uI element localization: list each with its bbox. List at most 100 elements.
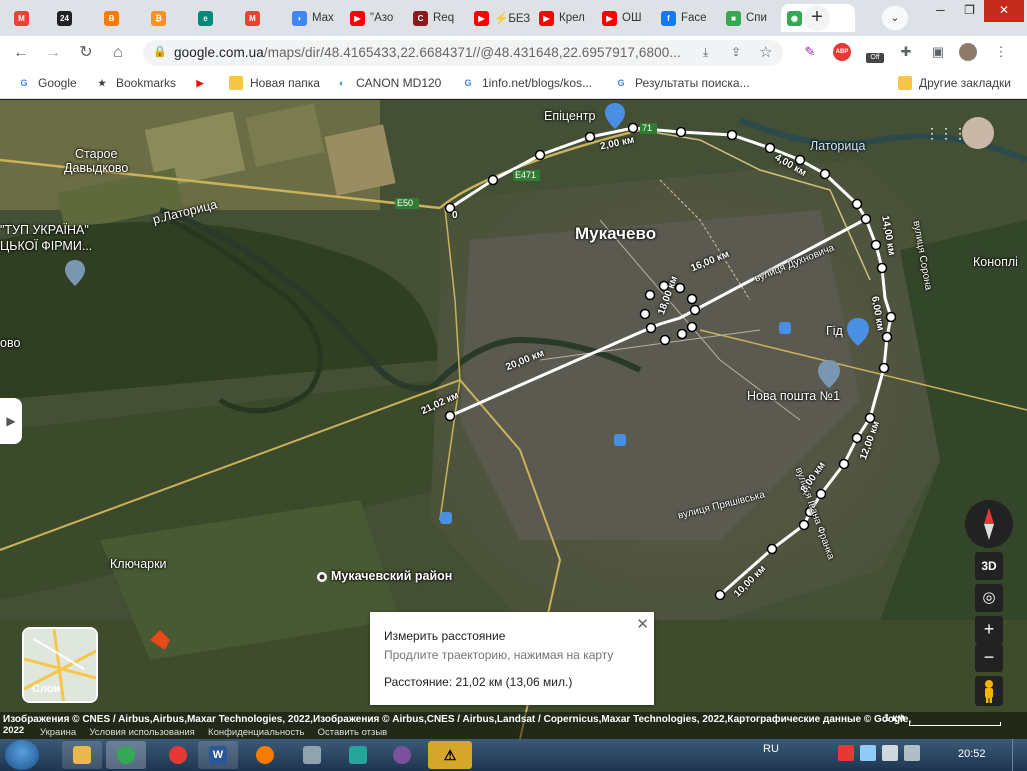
tab-title: "Азо bbox=[370, 12, 394, 24]
reload-button[interactable]: ↻ bbox=[75, 42, 97, 64]
pegman-button[interactable] bbox=[975, 676, 1003, 706]
scale-label: 1 км bbox=[884, 713, 905, 724]
lock-icon: 🔒 bbox=[153, 46, 167, 58]
layers-button[interactable]: Слои bbox=[22, 627, 98, 703]
compass-needle-icon bbox=[984, 508, 994, 540]
menu-icon[interactable]: ⋮ bbox=[992, 43, 1010, 61]
forward-button[interactable]: → bbox=[42, 42, 64, 64]
show-desktop-button[interactable] bbox=[1012, 739, 1027, 771]
link-terms[interactable]: Условия использования bbox=[89, 727, 194, 738]
side-panel-toggle[interactable]: ▶ bbox=[0, 398, 22, 444]
road-e471: E471 bbox=[515, 170, 537, 180]
restore-button[interactable]: ❐ bbox=[955, 0, 984, 22]
bookmark-icon: G bbox=[617, 78, 625, 88]
close-measure-button[interactable]: ✕ bbox=[636, 615, 649, 633]
tab-12[interactable]: f Face bbox=[655, 4, 717, 32]
label-latoritsa: Латорица bbox=[810, 139, 866, 153]
tab-search-button[interactable]: ⌄ bbox=[882, 6, 908, 30]
taskbar-chrome[interactable] bbox=[106, 741, 146, 769]
link-privacy[interactable]: Конфиденциальность bbox=[208, 727, 304, 738]
account-avatar[interactable] bbox=[962, 117, 994, 149]
attribution-text: Изображения © CNES / Airbus,Airbus,Maxar… bbox=[3, 714, 912, 725]
tab-0[interactable]: M bbox=[8, 4, 48, 32]
taskbar-network[interactable] bbox=[338, 741, 378, 769]
bookmark-0[interactable]: G Google bbox=[17, 76, 76, 90]
taskbar-opera[interactable] bbox=[158, 741, 198, 769]
tab-10[interactable]: ▶ Крел bbox=[533, 4, 593, 32]
bookmark-5[interactable]: G 1info.net/blogs/kos... bbox=[461, 76, 592, 90]
address-bar[interactable]: 🔒 google.com.ua/maps/dir/48.4165433,22.6… bbox=[143, 40, 783, 66]
share-icon[interactable]: ⇪ bbox=[731, 45, 741, 59]
view-3d-button[interactable]: 3D bbox=[975, 552, 1003, 580]
tab-4[interactable]: e bbox=[192, 4, 236, 32]
tab-title: Крел bbox=[559, 12, 585, 24]
system-tray bbox=[838, 745, 920, 761]
label-tup-ukraina: "ТУП УКРАЇНА" bbox=[0, 223, 89, 237]
zoom-out-button[interactable]: − bbox=[975, 644, 1003, 672]
puzzle-icon[interactable]: ✚ bbox=[897, 43, 915, 61]
language-indicator[interactable]: RU bbox=[763, 743, 779, 755]
taskbar-app-orange[interactable] bbox=[245, 741, 285, 769]
bookmark-6[interactable]: G Результаты поиска... bbox=[614, 76, 750, 90]
home-button[interactable]: ⌂ bbox=[107, 42, 129, 64]
measure-hint: Продлите траекторию, нажимая на карту bbox=[384, 648, 614, 662]
clock[interactable]: 20:52 bbox=[958, 748, 986, 760]
tab-11[interactable]: ▶ ОШ bbox=[596, 4, 652, 32]
taskbar-explorer[interactable] bbox=[62, 741, 102, 769]
my-location-button[interactable]: ◎ bbox=[975, 584, 1003, 612]
tab-8[interactable]: C Req bbox=[407, 4, 465, 32]
volume-icon[interactable] bbox=[882, 745, 898, 761]
install-icon[interactable]: ⤓ bbox=[703, 45, 708, 60]
bookmark-4[interactable]: ◐ CANON MD120 bbox=[335, 76, 441, 90]
bookmarks-bar: G Google ★ Bookmarks ▶ Новая папка ◐ CANON MD12… bbox=[0, 69, 1027, 99]
taskbar-warning[interactable]: ⚠ bbox=[428, 741, 472, 769]
tab-5[interactable]: M bbox=[239, 4, 283, 32]
bookmark-label: 1info.net/blogs/kos... bbox=[482, 76, 593, 90]
link-country[interactable]: Украина bbox=[40, 727, 76, 738]
url-path: /maps/dir/48.4165433,22.6684371//@48.431… bbox=[263, 45, 681, 60]
tab-3[interactable]: ₿ bbox=[145, 4, 189, 32]
tray-network-icon[interactable] bbox=[860, 745, 876, 761]
tab-favicon-icon: B bbox=[104, 10, 119, 26]
tab-title: ОШ bbox=[622, 12, 642, 24]
bookmark-label: Результаты поиска... bbox=[635, 76, 750, 90]
new-tab-button[interactable]: + bbox=[804, 5, 830, 31]
google-apps-icon[interactable]: ⋮⋮⋮ bbox=[925, 122, 967, 144]
bookmark-1[interactable]: ★ Bookmarks bbox=[95, 76, 176, 90]
tab-1[interactable]: 24 bbox=[51, 4, 95, 32]
tray-display-icon[interactable] bbox=[904, 745, 920, 761]
taskbar-viber[interactable] bbox=[382, 741, 422, 769]
tab-6[interactable]: ◗ Max bbox=[286, 4, 341, 32]
scale-bar[interactable]: 1 км bbox=[884, 713, 1004, 726]
label-gid: Гід bbox=[826, 324, 843, 338]
tab-7[interactable]: ▶ "Азо bbox=[344, 4, 404, 32]
taskbar-word[interactable]: W bbox=[198, 741, 238, 769]
pen-extension-icon[interactable]: ✎ bbox=[801, 43, 819, 61]
tab-2[interactable]: B bbox=[98, 4, 142, 32]
zoom-in-button[interactable]: + bbox=[975, 616, 1003, 644]
off-extension-icon[interactable]: Off bbox=[866, 53, 884, 63]
minimize-button[interactable]: ─ bbox=[926, 0, 955, 22]
label-tskoi-firmy: ЦЬКОЇ ФІРМИ... bbox=[0, 239, 93, 253]
label-vo: ово bbox=[0, 336, 21, 350]
link-feedback[interactable]: Оставить отзыв bbox=[318, 727, 388, 738]
bookmark-2[interactable]: ▶ bbox=[193, 76, 214, 90]
close-window-button[interactable]: ✕ bbox=[984, 0, 1024, 22]
other-bookmarks[interactable]: Другие закладки bbox=[898, 76, 1011, 90]
bookmark-star-icon[interactable]: ☆ bbox=[759, 43, 772, 61]
bookmark-icon: G bbox=[464, 78, 472, 88]
tab-9[interactable]: ▶ ⚡БЕЗ bbox=[468, 4, 530, 32]
taskbar-monitor[interactable] bbox=[292, 741, 332, 769]
bookmark-label: Новая папка bbox=[250, 76, 320, 90]
sidepanel-icon[interactable]: ▣ bbox=[929, 43, 947, 61]
tray-app-icon[interactable] bbox=[838, 745, 854, 761]
profile-avatar[interactable] bbox=[959, 43, 977, 61]
tab-13[interactable]: ■ Спи bbox=[720, 4, 778, 32]
back-button[interactable]: ← bbox=[10, 42, 32, 64]
bookmark-3[interactable]: Новая папка bbox=[229, 76, 320, 90]
compass-control[interactable] bbox=[965, 500, 1013, 548]
monitor-icon bbox=[303, 746, 321, 764]
adblock-icon[interactable]: ABP bbox=[833, 43, 851, 61]
start-button[interactable] bbox=[5, 740, 39, 770]
map-canvas[interactable]: Старое Давыдково р.Латорица Епіцентр "ТУ… bbox=[0, 100, 1027, 739]
